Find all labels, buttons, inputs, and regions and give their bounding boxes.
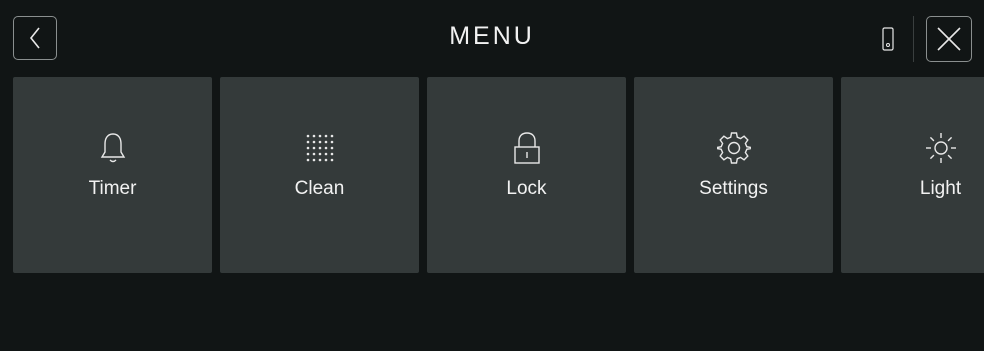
clean-tile[interactable]: Clean <box>220 77 419 273</box>
menu-tiles: Timer Clean Lock Settings Light <box>0 77 984 273</box>
tile-label: Settings <box>699 178 768 199</box>
tile-label: Clean <box>294 178 345 199</box>
page-title: MENU <box>449 22 535 50</box>
settings-tile[interactable]: Settings <box>634 77 833 273</box>
lock-tile[interactable]: Lock <box>427 77 626 273</box>
close-icon <box>937 27 961 51</box>
menu-screen: MENU Timer Clean Lock Settings Light <box>0 0 984 351</box>
header-divider <box>913 16 914 62</box>
lock-icon <box>513 132 540 164</box>
tile-label: Light <box>919 178 962 199</box>
tile-label: Timer <box>88 178 137 199</box>
phone-icon[interactable] <box>882 27 894 51</box>
dot-grid-icon <box>306 134 333 162</box>
close-button[interactable] <box>926 16 972 62</box>
bell-icon <box>100 133 125 163</box>
gear-icon <box>716 132 751 164</box>
sun-icon <box>925 133 956 163</box>
timer-tile[interactable]: Timer <box>13 77 212 273</box>
header: MENU <box>0 0 984 76</box>
light-tile[interactable]: Light <box>841 77 984 273</box>
tile-label: Lock <box>506 178 547 199</box>
